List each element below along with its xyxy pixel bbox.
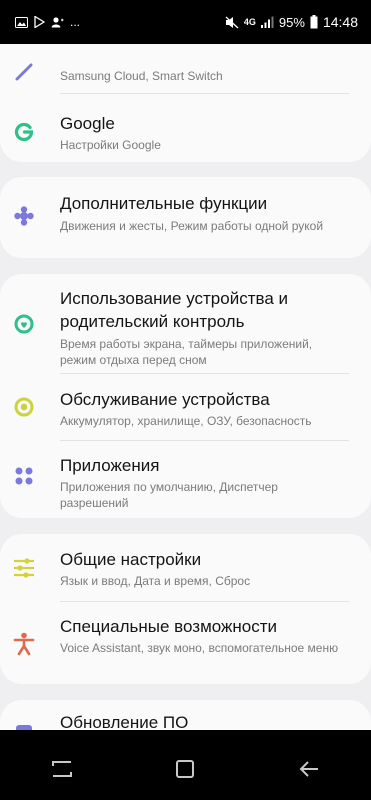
accessibility-icon — [10, 630, 38, 658]
battery-icon — [310, 15, 318, 29]
setting-item-apps[interactable]: Приложения Приложения по умолчанию, Дисп… — [0, 441, 371, 518]
setting-title: Обновление ПО — [60, 713, 189, 730]
back-button[interactable] — [284, 749, 334, 789]
sliders-icon — [10, 554, 38, 582]
setting-subtitle: Язык и ввод, Дата и время, Сброс — [60, 574, 251, 588]
navigation-bar — [0, 730, 371, 800]
setting-item-device-care[interactable]: Обслуживание устройства Аккумулятор, хра… — [0, 374, 371, 440]
recent-apps-icon — [51, 761, 72, 777]
device-care-icon — [10, 393, 38, 421]
setting-item-google[interactable]: Google Настройки Google — [0, 94, 371, 162]
battery-level: 95% — [278, 14, 305, 30]
setting-title: Использование устройства и родительский … — [60, 289, 288, 331]
setting-item-advanced[interactable]: Дополнительные функции Движения и жесты,… — [0, 177, 371, 258]
home-button[interactable] — [160, 749, 210, 789]
setting-subtitle: Аккумулятор, хранилище, ОЗУ, безопасност… — [60, 414, 312, 428]
play-store-icon — [34, 16, 45, 28]
setting-subtitle: Приложения по умолчанию, Диспетчер разре… — [60, 480, 278, 510]
setting-subtitle: Voice Assistant, звук моно, вспомогатель… — [60, 641, 339, 655]
account-icon — [51, 16, 64, 28]
setting-title: Обслуживание устройства — [60, 390, 270, 409]
setting-item-cloud[interactable]: Samsung Cloud, Smart Switch — [0, 44, 371, 94]
setting-subtitle: Время работы экрана, таймеры приложений,… — [60, 337, 313, 367]
setting-subtitle: Настройки Google — [60, 138, 161, 152]
setting-item-update[interactable]: Обновление ПО — [0, 700, 371, 730]
back-arrow-icon — [299, 761, 319, 777]
setting-title: Приложения — [60, 456, 160, 475]
gallery-icon — [15, 16, 28, 28]
setting-subtitle: Samsung Cloud, Smart Switch — [60, 69, 223, 83]
setting-title: Google — [60, 114, 115, 133]
status-notifications: ... — [15, 16, 80, 28]
wellbeing-icon — [10, 310, 38, 338]
status-system: 4G 95% 14:48 — [225, 14, 358, 30]
mute-icon — [225, 16, 239, 29]
signal-icon — [260, 16, 274, 28]
settings-group-update: Обновление ПО — [0, 700, 371, 730]
settings-group-advanced: Дополнительные функции Движения и жесты,… — [0, 177, 371, 258]
settings-group-accounts: Samsung Cloud, Smart Switch Google Настр… — [0, 44, 371, 162]
apps-icon — [10, 462, 38, 490]
recent-apps-button[interactable] — [37, 749, 87, 789]
setting-title: Общие настройки — [60, 550, 202, 569]
setting-title: Специальные возможности — [60, 617, 278, 636]
home-icon — [176, 760, 195, 778]
settings-list[interactable]: Samsung Cloud, Smart Switch Google Настр… — [0, 44, 371, 730]
clock: 14:48 — [322, 14, 358, 30]
puzzle-icon — [10, 202, 38, 230]
setting-item-wellbeing[interactable]: Использование устройства и родительский … — [0, 274, 371, 374]
cloud-icon — [10, 56, 38, 84]
setting-item-general[interactable]: Общие настройки Язык и ввод, Дата и врем… — [0, 534, 371, 601]
setting-subtitle: Движения и жесты, Режим работы одной рук… — [60, 219, 324, 233]
status-overflow: ... — [70, 15, 81, 29]
setting-title: Дополнительные функции — [60, 194, 268, 213]
status-bar: ... 4G 95% 14:48 — [0, 0, 371, 44]
network-type: 4G — [243, 17, 256, 27]
settings-group-general: Общие настройки Язык и ввод, Дата и врем… — [0, 534, 371, 684]
google-icon — [10, 118, 38, 146]
settings-group-device: Использование устройства и родительский … — [0, 274, 371, 518]
setting-item-accessibility[interactable]: Специальные возможности Voice Assistant,… — [0, 602, 371, 684]
update-icon — [10, 720, 38, 730]
